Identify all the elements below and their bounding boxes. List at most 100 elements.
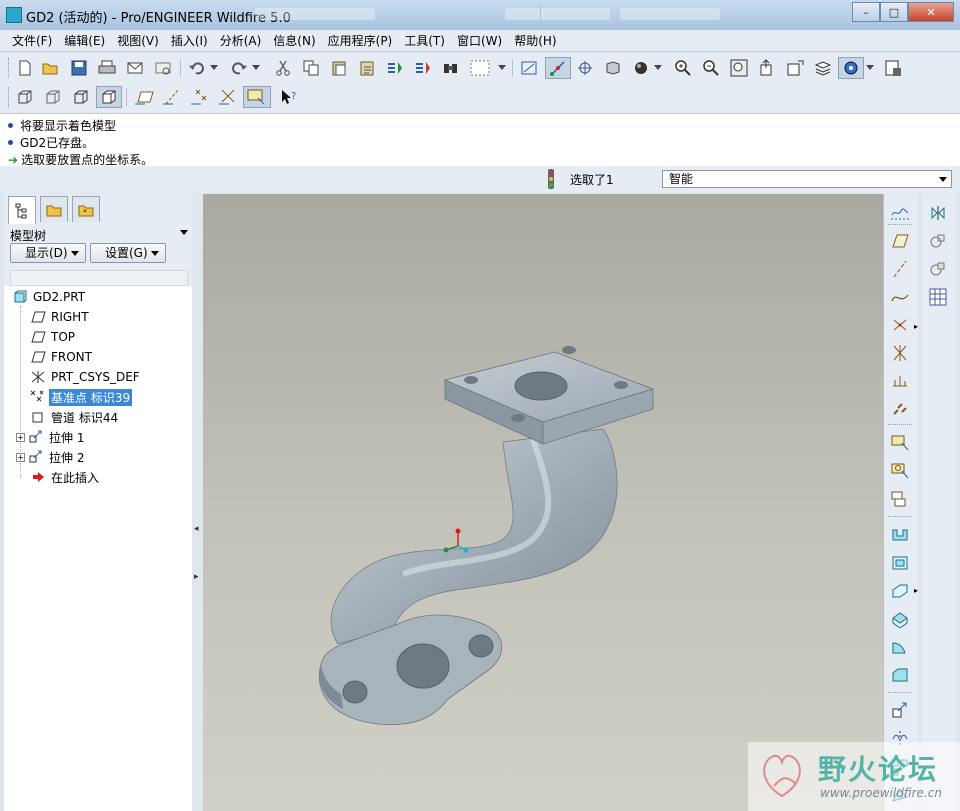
- chamfer-tool-icon[interactable]: [888, 664, 912, 686]
- context-help-icon[interactable]: ?: [278, 86, 300, 108]
- selection-filter-select[interactable]: 智能: [662, 170, 952, 188]
- settings-dropdown-button[interactable]: 设置(G): [90, 243, 166, 263]
- hidden-line-icon[interactable]: [42, 86, 64, 108]
- menu-view[interactable]: 视图(V): [111, 30, 165, 52]
- menu-tools[interactable]: 工具(T): [398, 30, 451, 52]
- shaded-icon[interactable]: [96, 86, 122, 108]
- coordinate-system-tool-icon[interactable]: [888, 342, 912, 364]
- regenerate-icon[interactable]: [384, 57, 406, 79]
- zoom-in-icon[interactable]: [672, 57, 694, 79]
- menu-analysis[interactable]: 分析(A): [214, 30, 268, 52]
- mail-attach-icon[interactable]: [152, 57, 174, 79]
- save-icon[interactable]: [68, 57, 90, 79]
- appearance-dropdown-icon[interactable]: [652, 57, 664, 79]
- tree-item-root[interactable]: GD2.PRT: [12, 288, 87, 306]
- datum-planes-icon[interactable]: [132, 86, 158, 108]
- project-icon[interactable]: [926, 258, 950, 280]
- menu-insert[interactable]: 插入(I): [165, 30, 214, 52]
- maximize-button[interactable]: □: [880, 2, 908, 22]
- tree-item[interactable]: 管道 标识44: [30, 408, 120, 426]
- tree-item[interactable]: PRT_CSYS_DEF: [30, 368, 142, 386]
- save-view-icon[interactable]: [882, 57, 904, 79]
- more-options-icon[interactable]: ▸: [914, 586, 918, 595]
- paste-special-icon[interactable]: [356, 57, 378, 79]
- expand-icon[interactable]: +: [16, 432, 25, 442]
- collapse-left-icon[interactable]: ◂: [194, 524, 199, 534]
- sketch-tool-icon[interactable]: [888, 202, 912, 224]
- more-options-icon[interactable]: ▸: [914, 322, 918, 331]
- datum-tag-tool-icon[interactable]: [888, 488, 912, 510]
- spin-dropdown-icon[interactable]: [864, 57, 876, 79]
- datum-axis-tool-icon[interactable]: [888, 258, 912, 280]
- expand-icon[interactable]: +: [16, 452, 25, 462]
- minimize-button[interactable]: –: [852, 2, 880, 22]
- saved-views-icon[interactable]: [602, 57, 624, 79]
- menu-help[interactable]: 帮助(H): [508, 30, 562, 52]
- spin-center-icon[interactable]: [545, 57, 571, 79]
- draft-tool-icon[interactable]: [888, 700, 912, 722]
- redo-icon[interactable]: [228, 57, 250, 79]
- panel-splitter[interactable]: ◂ ▸: [192, 194, 202, 811]
- refit-icon[interactable]: [728, 57, 750, 79]
- select-box-icon[interactable]: [466, 57, 494, 79]
- no-hidden-icon[interactable]: [70, 86, 92, 108]
- menu-info[interactable]: 信息(N): [267, 30, 321, 52]
- datum-display-icon[interactable]: [518, 57, 540, 79]
- view-manager-icon[interactable]: [784, 57, 806, 79]
- coordinate-systems-icon[interactable]: [216, 86, 242, 108]
- chain-tool-icon[interactable]: [888, 398, 912, 420]
- sweep-tool-icon[interactable]: [888, 580, 912, 602]
- extrude-tool-icon[interactable]: [888, 524, 912, 546]
- undo-icon[interactable]: [186, 57, 208, 79]
- tree-filter-field[interactable]: [10, 270, 188, 286]
- datum-axes-icon[interactable]: [160, 86, 186, 108]
- part-model-3d[interactable]: [203, 194, 883, 811]
- wireframe-icon[interactable]: [14, 86, 36, 108]
- hole-tool-icon[interactable]: [888, 608, 912, 630]
- menu-file[interactable]: 文件(F): [6, 30, 58, 52]
- menu-window[interactable]: 窗口(W): [451, 30, 508, 52]
- appearance-icon[interactable]: [630, 57, 652, 79]
- traffic-light-icon[interactable]: [546, 168, 556, 190]
- model-tree-tab-icon[interactable]: [8, 196, 36, 225]
- grid-table-icon[interactable]: [926, 286, 950, 308]
- find-icon[interactable]: [440, 57, 462, 79]
- show-dropdown-button[interactable]: 显示(D): [10, 243, 86, 263]
- redo-dropdown-icon[interactable]: [250, 57, 262, 79]
- undo-dropdown-icon[interactable]: [208, 57, 220, 79]
- paste-icon[interactable]: [328, 57, 350, 79]
- tree-item[interactable]: FRONT: [30, 348, 94, 366]
- new-file-icon[interactable]: [14, 57, 36, 79]
- tree-item[interactable]: TOP: [30, 328, 77, 346]
- toolbar-grip[interactable]: [8, 58, 12, 78]
- analysis-feature-tool-icon[interactable]: [888, 370, 912, 392]
- datum-plane-tool-icon[interactable]: [888, 230, 912, 252]
- tree-item[interactable]: + 拉伸 1: [16, 428, 86, 446]
- revolve-tool-icon[interactable]: [888, 552, 912, 574]
- intersect-icon[interactable]: [926, 230, 950, 252]
- annotation-icon[interactable]: [243, 86, 271, 108]
- send-mail-icon[interactable]: [124, 57, 146, 79]
- mirror-geometry-icon[interactable]: [926, 202, 950, 224]
- regenerate-manager-icon[interactable]: [412, 57, 434, 79]
- tree-item[interactable]: RIGHT: [30, 308, 91, 326]
- tree-item-insert-here[interactable]: 在此插入: [30, 468, 101, 486]
- datum-point-tool-icon[interactable]: [888, 314, 912, 336]
- datum-curve-tool-icon[interactable]: [888, 286, 912, 308]
- chevron-down-icon[interactable]: [180, 230, 188, 235]
- toolbar-grip[interactable]: [8, 87, 12, 107]
- copy-icon[interactable]: [300, 57, 322, 79]
- spin-center-toggle-icon[interactable]: [838, 57, 864, 79]
- expand-right-icon[interactable]: ▸: [194, 572, 199, 582]
- menu-applications[interactable]: 应用程序(P): [322, 30, 399, 52]
- graphics-window[interactable]: [203, 194, 883, 811]
- surface-annotation-tool-icon[interactable]: [888, 460, 912, 482]
- zoom-out-icon[interactable]: [700, 57, 722, 79]
- round-tool-icon[interactable]: [888, 636, 912, 658]
- tree-item-selected[interactable]: 基准点 标识39: [30, 388, 133, 406]
- favorites-tab-icon[interactable]: *: [72, 196, 100, 222]
- select-dropdown-icon[interactable]: [496, 57, 508, 79]
- annotation-tool-icon[interactable]: [888, 432, 912, 454]
- menu-edit[interactable]: 编辑(E): [58, 30, 111, 52]
- print-icon[interactable]: [96, 57, 118, 79]
